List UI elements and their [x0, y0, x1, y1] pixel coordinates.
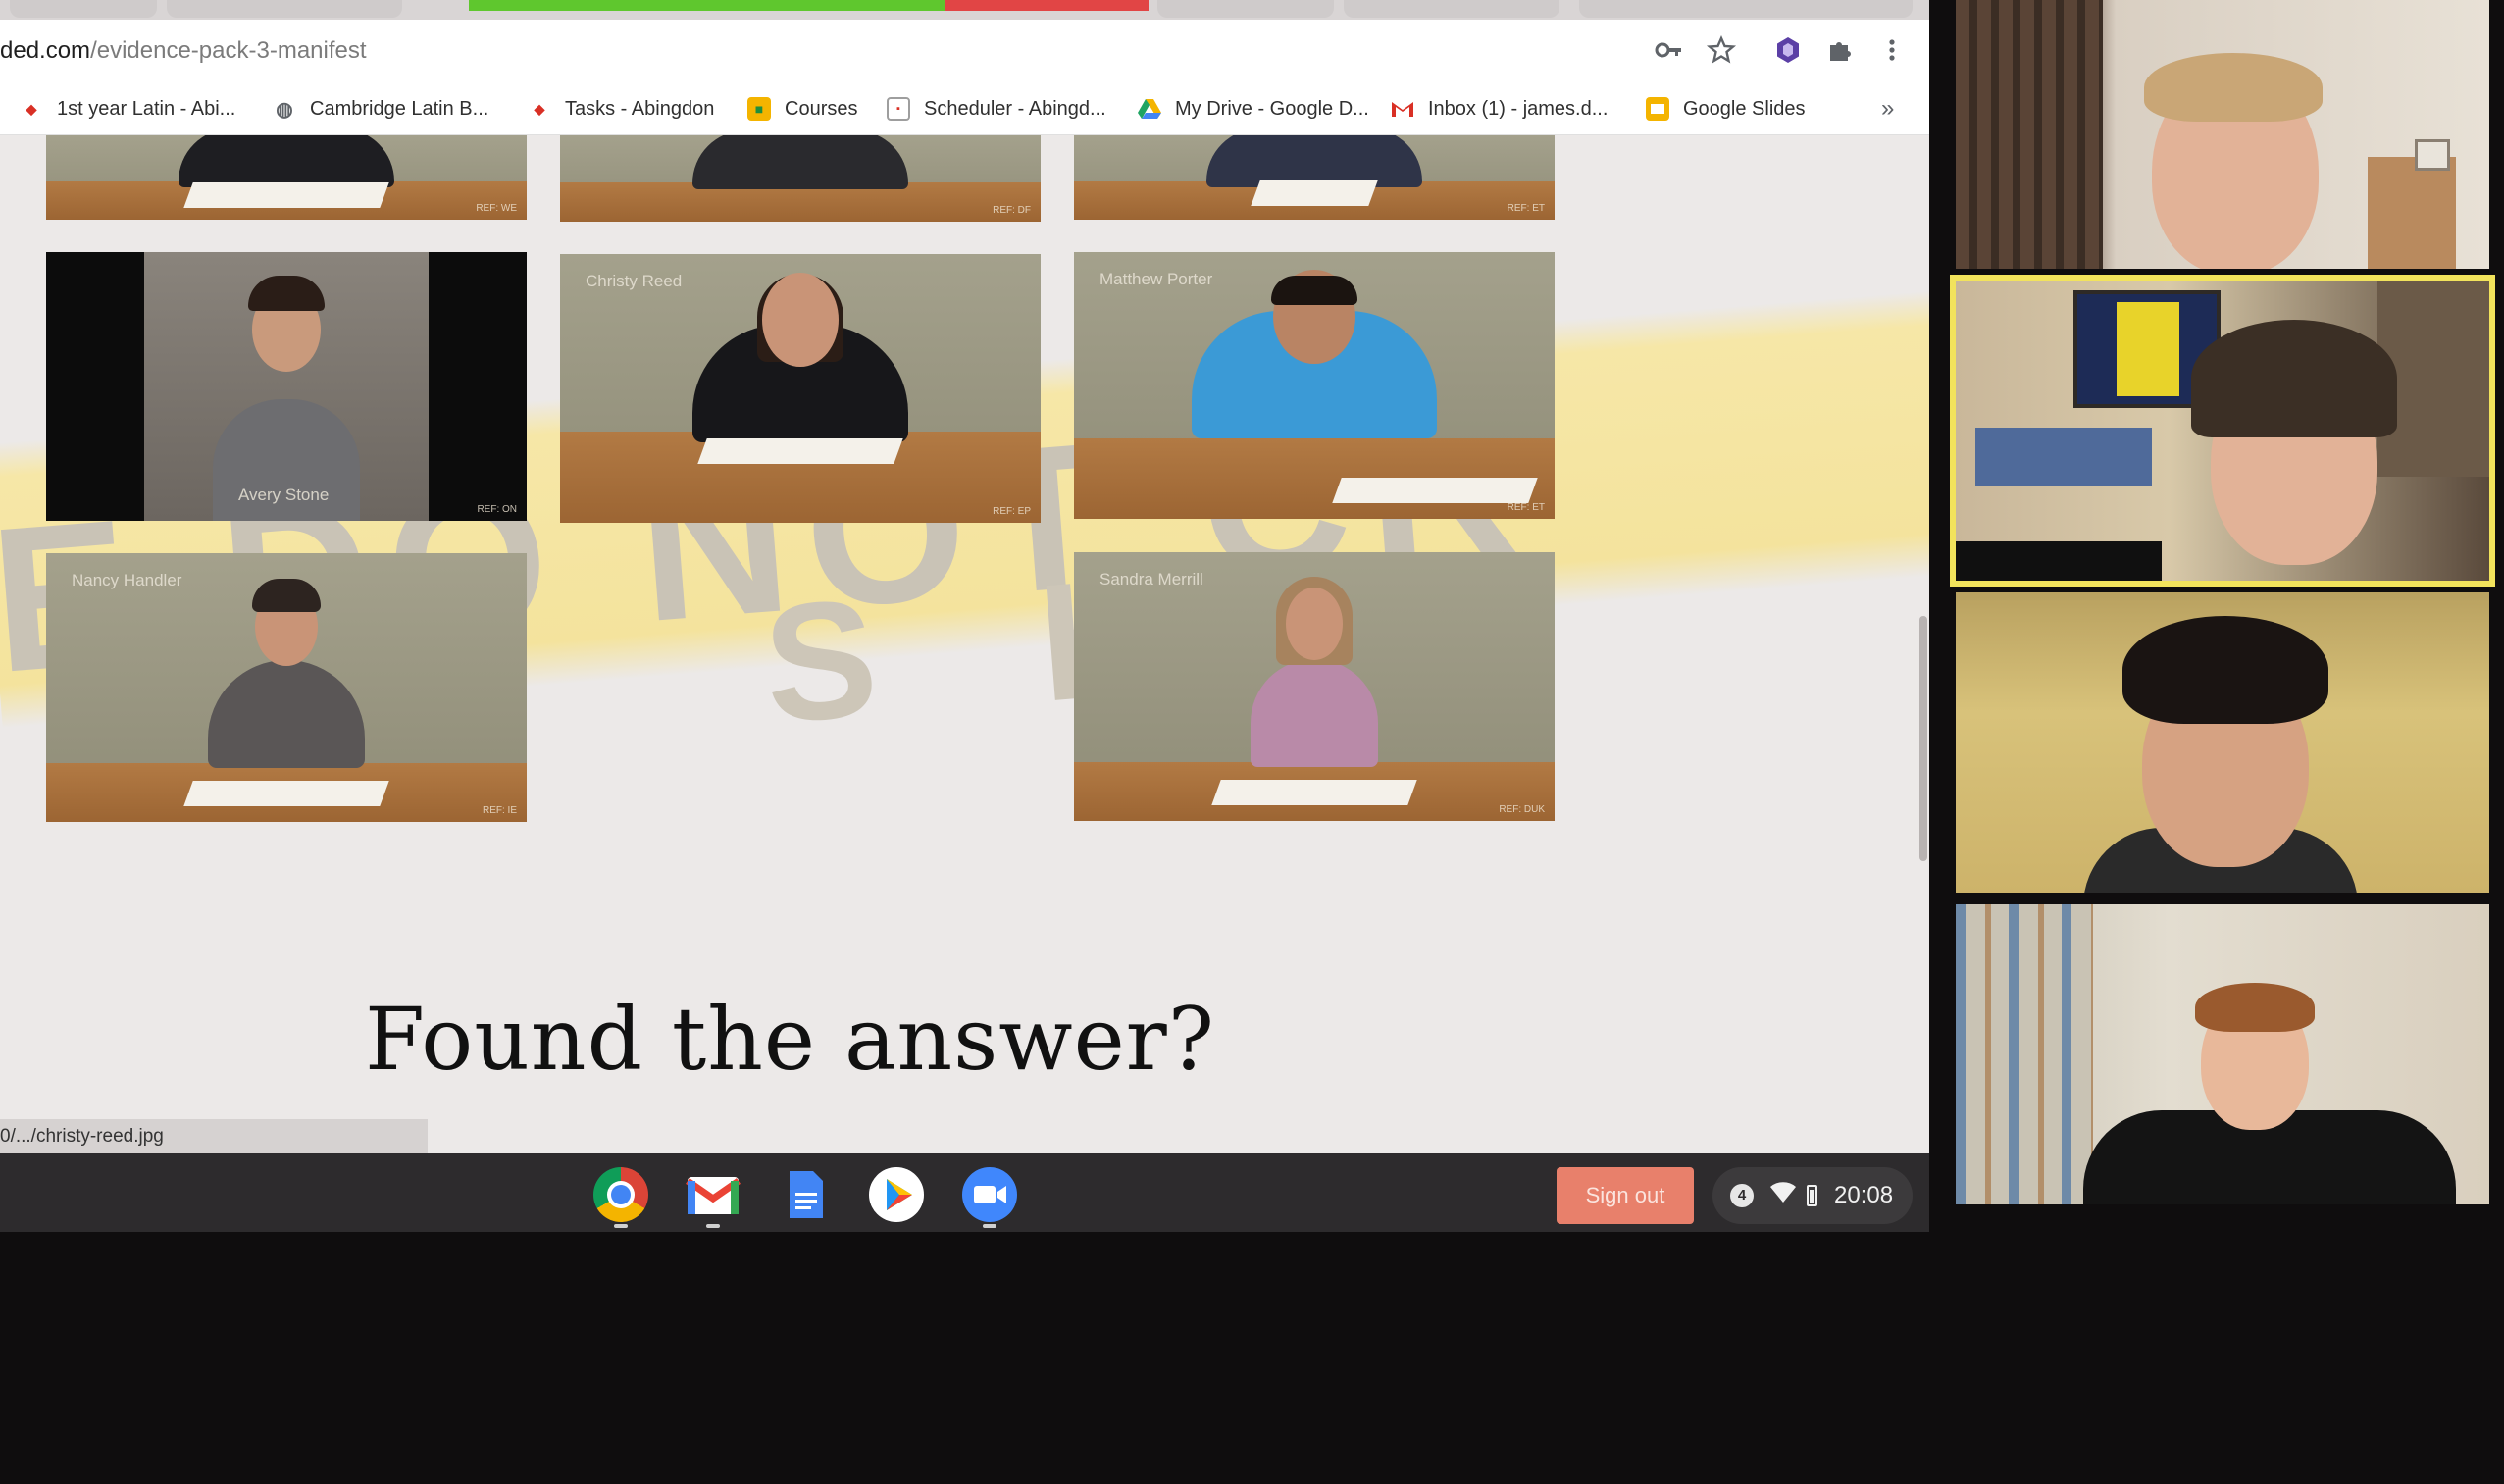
docs-icon[interactable] [778, 1167, 833, 1222]
participant-tile-1[interactable] [1956, 0, 2489, 269]
wall-frame [2415, 139, 2450, 171]
page-headline: Found the answer? [365, 989, 1215, 1090]
suspect-name: Nancy Handler [72, 571, 182, 589]
bookmark-courses[interactable]: ■ Courses [747, 92, 857, 126]
latin-icon: ◆ [26, 100, 37, 117]
sign-out-button[interactable]: Sign out [1557, 1167, 1694, 1224]
bookmark-label: Google Slides [1683, 97, 1806, 120]
address-bar[interactable]: ded.com/evidence-pack-3-manifest [0, 20, 1929, 82]
key-icon[interactable] [1652, 33, 1685, 67]
progress-bar-green [469, 0, 945, 11]
gmail-icon [1391, 97, 1414, 121]
battery-icon [1807, 1185, 1817, 1206]
tab-strip [0, 0, 1929, 20]
gmail-running-indicator [706, 1224, 720, 1228]
screen: ded.com/evidence-pack-3-manifest ◆ 1st ye… [0, 0, 2504, 1484]
bookmark-label: Inbox (1) - james.d... [1428, 97, 1609, 120]
shared-browser-window: ded.com/evidence-pack-3-manifest ◆ 1st ye… [0, 0, 1929, 1153]
bookmark-google-slides[interactable]: Google Slides [1646, 92, 1806, 126]
page-scrollbar[interactable] [1919, 616, 1927, 861]
bookmark-tasks[interactable]: ◆ Tasks - Abingdon [528, 92, 715, 126]
suspect-card-matthew-porter[interactable]: Matthew Porter REF: ET [1074, 252, 1555, 519]
participant-tile-4[interactable] [1956, 904, 2489, 1204]
clock: 20:08 [1834, 1182, 1894, 1208]
zoom-running-indicator [983, 1224, 996, 1228]
suspect-name: Matthew Porter [1099, 270, 1213, 288]
participant-tile-2-active-speaker[interactable] [1950, 275, 2495, 587]
suspect-ref: REF: DF [993, 205, 1031, 216]
wall-photos [1975, 428, 2152, 486]
suspect-card[interactable]: REF: ET [1074, 135, 1555, 220]
zoom-icon[interactable] [962, 1167, 1017, 1222]
star-icon[interactable] [1705, 33, 1738, 67]
bookmarks-overflow-button[interactable]: » [1881, 92, 1894, 126]
bookmark-label: My Drive - Google D... [1175, 97, 1369, 120]
tasks-icon: ◆ [534, 100, 545, 117]
bookmark-cambridge-latin[interactable]: ◍ Cambridge Latin B... [273, 92, 488, 126]
gmail-icon[interactable] [686, 1167, 741, 1222]
suspect-figure [179, 135, 394, 188]
suspect-ref: REF: DUK [1499, 804, 1545, 815]
notification-count-badge: 4 [1730, 1184, 1754, 1207]
bookmark-label: Cambridge Latin B... [310, 97, 489, 120]
suspect-card-avery-stone[interactable]: Avery Stone REF: ON [46, 252, 527, 521]
url-host: ded.com [0, 37, 91, 64]
suspect-ref: REF: ET [1507, 502, 1545, 513]
bookmark-my-drive[interactable]: My Drive - Google D... [1138, 92, 1369, 126]
extension-hexagon-icon[interactable] [1771, 33, 1805, 67]
suspect-ref: REF: ET [1507, 203, 1545, 214]
classroom-icon: ■ [747, 97, 771, 121]
suspect-card-christy-reed[interactable]: Christy Reed REF: EP [560, 254, 1041, 523]
suspect-card-sandra-merrill[interactable]: Sandra Merrill REF: DUK [1074, 552, 1555, 821]
url-path: /evidence-pack-3-manifest [90, 37, 367, 64]
suspect-name: Sandra Merrill [1099, 570, 1203, 588]
bookmark-label: Scheduler - Abingd... [924, 97, 1106, 120]
menu-dots-icon[interactable] [1875, 33, 1909, 67]
participant-tile-3[interactable] [1956, 592, 2489, 893]
tab[interactable] [1157, 0, 1334, 18]
wifi-icon [1769, 1179, 1797, 1211]
suspect-figure [692, 135, 908, 189]
suspect-name: Avery Stone [238, 486, 330, 504]
chrome-icon[interactable] [593, 1167, 648, 1222]
progress-bar-red [945, 0, 1149, 11]
tab[interactable] [167, 0, 402, 18]
status-tray[interactable]: 4 20:08 [1712, 1167, 1913, 1224]
tab[interactable] [10, 0, 157, 18]
os-shelf: Sign out 4 20:08 [0, 1153, 1929, 1232]
suspect-card[interactable]: REF: WE [46, 135, 527, 220]
play-store-icon[interactable] [869, 1167, 924, 1222]
puzzle-icon[interactable] [1822, 33, 1856, 67]
bookmark-label: 1st year Latin - Abi... [57, 97, 236, 120]
url-text[interactable]: ded.com/evidence-pack-3-manifest [0, 37, 367, 65]
suspect-ref: REF: ON [477, 504, 517, 515]
bookmark-scheduler[interactable]: ▪ Scheduler - Abingd... [887, 92, 1106, 126]
name-plate [1956, 541, 2162, 581]
calendar-icon: ▪ [887, 97, 910, 121]
tab[interactable] [1579, 0, 1913, 18]
slides-icon [1646, 97, 1669, 121]
bookmark-inbox[interactable]: Inbox (1) - james.d... [1391, 92, 1608, 126]
suspect-ref: REF: EP [993, 506, 1031, 517]
suspect-ref: REF: WE [476, 203, 517, 214]
status-bar-link: 0/.../christy-reed.jpg [0, 1119, 428, 1153]
suspect-ref: REF: IE [482, 805, 517, 816]
drive-icon [1138, 97, 1161, 121]
curtain [1956, 0, 2103, 269]
globe-icon: ◍ [276, 98, 293, 121]
suspect-card-nancy-handler[interactable]: Nancy Handler REF: IE [46, 553, 527, 822]
suspect-name: Christy Reed [586, 272, 683, 290]
bookmark-latin[interactable]: ◆ 1st year Latin - Abi... [20, 92, 236, 126]
chrome-running-indicator [614, 1224, 628, 1228]
bookmark-label: Tasks - Abingdon [565, 97, 715, 120]
curtain [1956, 904, 2093, 1204]
bookmarks-bar: ◆ 1st year Latin - Abi... ◍ Cambridge Lati… [0, 82, 1929, 135]
shelf-furniture [2368, 157, 2456, 269]
bookmark-label: Courses [785, 97, 858, 120]
web-page-content: E DO NOT CR S H REF: WE REF: DF REF: ET [0, 135, 1929, 1153]
tab[interactable] [1344, 0, 1559, 18]
suspect-card[interactable]: REF: DF [560, 135, 1041, 222]
